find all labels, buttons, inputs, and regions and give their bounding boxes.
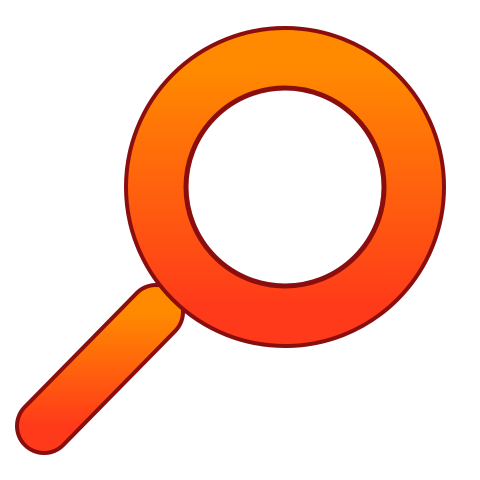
magnifying-glass-icon [0, 0, 480, 480]
lens [183, 85, 387, 289]
app-canvas [0, 0, 480, 480]
magnifying-glass-svg [15, 26, 446, 455]
